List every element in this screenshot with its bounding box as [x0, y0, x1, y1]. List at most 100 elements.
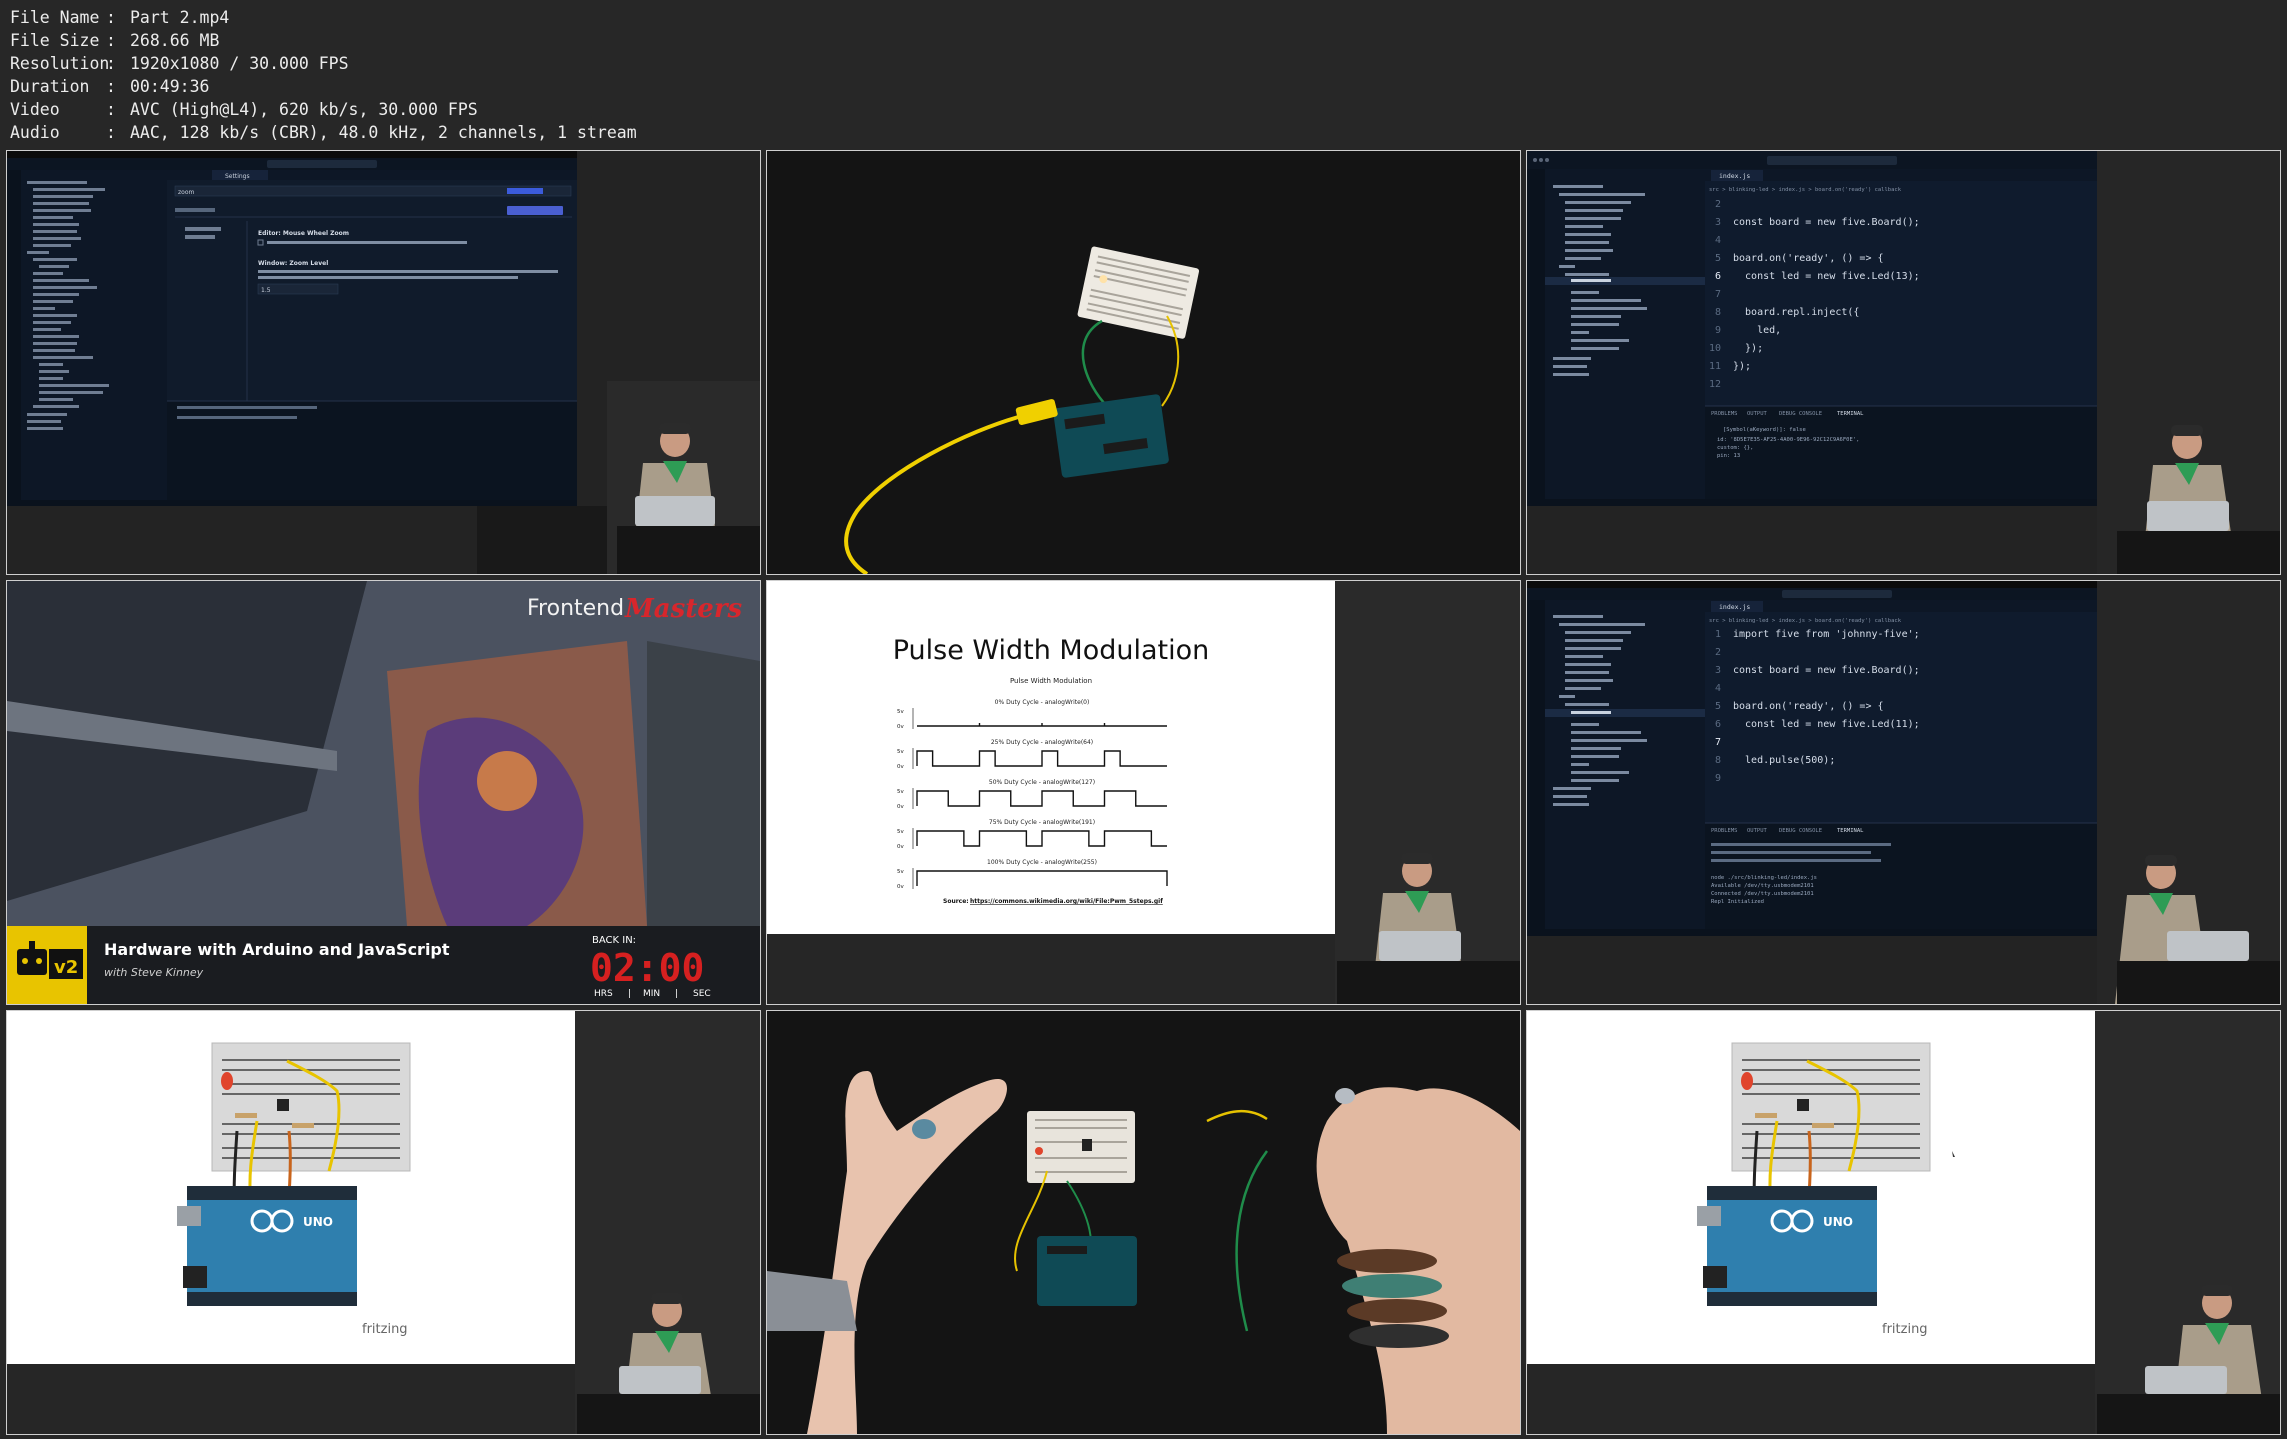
- status-bar: [1527, 929, 2097, 936]
- info-row: Video: AVC (High@L4), 620 kb/s, 30.000 FP…: [10, 100, 478, 119]
- svg-text:|: |: [628, 989, 631, 999]
- y-tick-label: 5v: [897, 829, 904, 835]
- tab-problems[interactable]: PROBLEMS: [1711, 828, 1738, 834]
- tab-debug-console[interactable]: DEBUG CONSOLE: [1779, 828, 1822, 834]
- tab-terminal[interactable]: TERMINAL: [1837, 411, 1864, 417]
- command-center[interactable]: [1782, 590, 1892, 598]
- terminal-line: Repl Initialized: [1711, 899, 1764, 905]
- y-tick-label: 5v: [897, 709, 904, 715]
- laptop-icon: [2145, 1366, 2227, 1394]
- timer-unit-sec: SEC: [693, 989, 711, 999]
- info-row: Duration:00:49:36: [10, 77, 210, 96]
- source-link[interactable]: https://commons.wikimedia.org/wiki/File:…: [970, 898, 1163, 905]
- tab-index-js-label: index.js: [1719, 172, 1750, 180]
- source-label: Source:: [943, 898, 969, 905]
- info-key: Duration: [10, 77, 90, 96]
- line-number: 2: [1715, 647, 1721, 658]
- laptop-icon: [1379, 931, 1461, 961]
- status-bar: [7, 500, 577, 506]
- series-label: 25% Duty Cycle - analogWrite(64): [991, 739, 1093, 746]
- arduino-board: [1707, 1186, 1877, 1306]
- info-key: Resolution: [10, 54, 110, 73]
- arduino-board: [1053, 394, 1169, 478]
- code-line: led,: [1733, 325, 1781, 336]
- tab-bar: [1705, 169, 2097, 181]
- series-label: 0% Duty Cycle - analogWrite(0): [995, 699, 1090, 706]
- brand-script: Masters: [624, 594, 743, 624]
- tab-output[interactable]: OUTPUT: [1747, 828, 1768, 834]
- code-line: });: [1733, 343, 1763, 354]
- course-title: Hardware with Arduino and JavaScript: [104, 940, 450, 959]
- timer-unit-hrs: HRS: [594, 989, 613, 999]
- arduino-board: [187, 1186, 357, 1306]
- info-row: File Size:268.66 MB: [10, 31, 220, 50]
- svg-text:|: |: [675, 989, 678, 999]
- brand-plain: Frontend: [527, 596, 624, 621]
- tab-terminal[interactable]: TERMINAL: [1837, 828, 1864, 834]
- laptop-icon: [2167, 931, 2249, 961]
- thumbnail-2[interactable]: [766, 150, 1521, 575]
- laptop-icon: [635, 496, 715, 526]
- ring-icon: [1335, 1088, 1355, 1104]
- y-tick-label: 5v: [897, 789, 904, 795]
- command-center[interactable]: [1767, 156, 1897, 165]
- terminal-line: [Symbol(aKeyword)]: false: [1723, 427, 1806, 433]
- tab-debug-console[interactable]: DEBUG CONSOLE: [1779, 411, 1822, 417]
- terminal-panel: [1705, 406, 2097, 499]
- slide-title: Pulse Width Modulation: [893, 635, 1210, 666]
- code-line: const board = new five.Board();: [1733, 217, 1920, 228]
- activity-bar: [1527, 169, 1545, 499]
- badge-version: v2: [54, 957, 78, 978]
- thumbnail-5[interactable]: Pulse Width Modulation Pulse Width Modul…: [766, 580, 1521, 1005]
- fritzing-label: fritzing: [1882, 1322, 1928, 1337]
- timer-unit-min: MIN: [643, 989, 660, 999]
- line-number: 6: [1715, 271, 1721, 282]
- menu-bar: [1527, 581, 2097, 588]
- command-center[interactable]: [267, 160, 377, 168]
- code-line: const led = new five.Led(13);: [1733, 271, 1920, 282]
- thumbnail-8[interactable]: [766, 1010, 1521, 1435]
- activity-bar: [1527, 600, 1545, 929]
- y-tick-label: 5v: [897, 749, 904, 755]
- terminal-line: node ./src/blinking-led/index.js: [1711, 875, 1817, 881]
- led-icon: [1035, 1147, 1043, 1155]
- breadcrumb: src > blinking-led > index.js > board.on…: [1709, 618, 1902, 624]
- ring-icon: [912, 1119, 936, 1139]
- slide: [767, 581, 1335, 934]
- info-row: Resolution:1920x1080 / 30.000 FPS: [10, 54, 349, 73]
- thumbnail-1[interactable]: Settings zoom Editor: Mouse Wheel Zoom W…: [6, 150, 761, 575]
- setting-title-zoom-level: Window: Zoom Level: [258, 260, 328, 267]
- code-line: });: [1733, 361, 1751, 372]
- led-icon: [1741, 1072, 1753, 1090]
- laptop-icon: [619, 1366, 701, 1394]
- info-value: 1920x1080 / 30.000 FPS: [130, 54, 349, 73]
- terminal-panel: [167, 401, 577, 500]
- turn-on-settings-sync-button[interactable]: [507, 206, 563, 215]
- info-key: File Size: [10, 31, 100, 50]
- board-label: UNO: [1823, 1215, 1853, 1229]
- breadcrumb: src > blinking-led > index.js > board.on…: [1709, 187, 1902, 193]
- settings-search-value: zoom: [178, 189, 194, 196]
- thumbnail-6[interactable]: index.js src > blinking-led > index.js >…: [1526, 580, 2281, 1005]
- code-line: board.on('ready', () => {: [1733, 253, 1884, 264]
- line-number: 10: [1709, 343, 1721, 354]
- line-number: 11: [1709, 361, 1721, 372]
- y-tick-label: 0v: [897, 804, 904, 810]
- terminal-line: custom: {},: [1717, 445, 1753, 451]
- thumbnail-4[interactable]: Frontend Masters v2 Hardware with Arduin…: [6, 580, 761, 1005]
- thumbnail-3[interactable]: index.js src > blinking-led > index.js >…: [1526, 150, 2281, 575]
- tab-output[interactable]: OUTPUT: [1747, 411, 1768, 417]
- y-tick-label: 0v: [897, 844, 904, 850]
- line-number: 8: [1715, 307, 1721, 318]
- thumbnail-7[interactable]: UNO fritzing: [6, 1010, 761, 1435]
- line-number: 8: [1715, 755, 1721, 766]
- tab-problems[interactable]: PROBLEMS: [1711, 411, 1738, 417]
- line-number: 3: [1715, 665, 1721, 676]
- tab-index-js-label: index.js: [1719, 603, 1750, 611]
- status-bar: [1527, 499, 2097, 506]
- button-icon: [277, 1099, 289, 1111]
- zoom-level-value: 1.5: [261, 287, 271, 294]
- thumbnail-9[interactable]: UNO fritzing: [1526, 1010, 2281, 1435]
- tab-settings-label: Settings: [225, 173, 250, 180]
- series-label: 50% Duty Cycle - analogWrite(127): [989, 779, 1095, 786]
